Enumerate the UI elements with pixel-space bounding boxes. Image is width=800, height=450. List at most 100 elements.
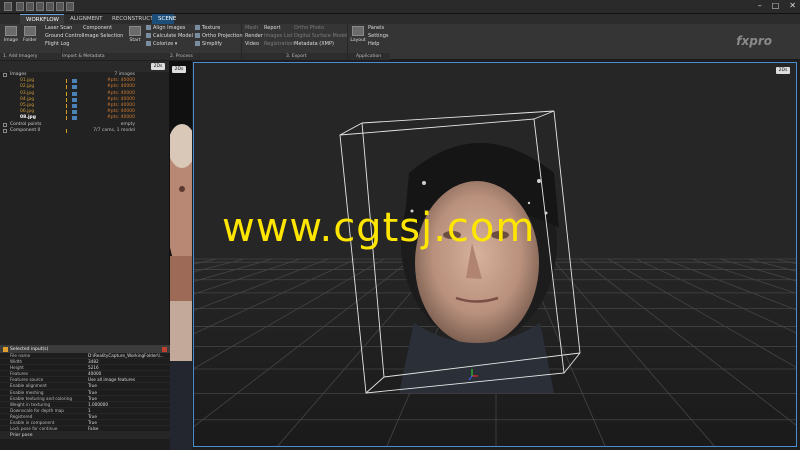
property-key: Lock pose for continue (10, 426, 58, 432)
save-project-icon[interactable] (36, 2, 44, 11)
prior-pose-section[interactable]: Prior pose (0, 432, 170, 440)
inspector-property-row[interactable]: Lock pose for continue False (0, 426, 170, 433)
image-file-marker (66, 79, 67, 84)
export-mesh-button[interactable]: Mesh (245, 25, 258, 32)
image-selection-label: Image Selection (83, 33, 124, 39)
group-process: Start Align Images Calculate Model ▾ Col… (126, 24, 243, 60)
face-photo-strip (170, 61, 192, 450)
close-icon[interactable] (162, 347, 167, 352)
layout-1-icon[interactable] (46, 2, 54, 11)
image-status-icon (72, 79, 77, 84)
collapse-icon[interactable] (3, 122, 7, 127)
export-metadata-button[interactable]: Metadata (XMP) (294, 41, 334, 48)
export-dsm-button[interactable]: Digital Surface Model (294, 33, 347, 40)
simplify-button[interactable]: Simplify (195, 41, 222, 48)
align-images-button[interactable]: Align Images (146, 25, 185, 32)
group-export: Mesh Render Video Report Images List Reg… (242, 24, 348, 60)
help-label: Help (368, 41, 380, 47)
close-icon[interactable]: ✕ (789, 1, 796, 10)
settings-button[interactable]: Settings (368, 33, 389, 40)
tab-reconstruction[interactable]: RECONSTRUCTION (106, 14, 164, 24)
component-value: 7/7 cams, 1 model (93, 127, 135, 133)
image-file-marker (66, 103, 67, 108)
image-status-icon (72, 97, 77, 102)
images-list-label: Images List (264, 33, 293, 39)
calculate-model-label: Calculate Model (153, 33, 193, 39)
panels-button[interactable]: Panels (368, 25, 384, 32)
collapse-icon[interactable] (3, 73, 7, 77)
help-button[interactable]: Help (368, 41, 379, 48)
maximize-icon[interactable]: □ (772, 1, 780, 10)
inspector-panel: Selected input(s) File name D:\RealityCap… (0, 345, 170, 450)
add-image-button[interactable]: Image (2, 26, 20, 43)
tree-component[interactable]: Component 0 7/7 cams, 1 model (0, 128, 169, 134)
add-folder-label: Folder (23, 38, 37, 43)
component-button[interactable]: Component (83, 25, 112, 32)
viewport-2d-button[interactable]: 2Ds (776, 67, 790, 74)
dsm-label: Digital Surface Model (294, 33, 348, 39)
view-2d-button[interactable]: 2Ds (151, 63, 165, 70)
ribbon-tabs: WORKFLOW ALIGNMENT RECONSTRUCTION SCENE (0, 14, 800, 24)
export-render-button[interactable]: Render (245, 33, 263, 40)
colorize-button[interactable]: Colorize ▾ (146, 41, 177, 48)
texture-button[interactable]: Texture (195, 25, 220, 32)
tab-scene[interactable]: SCENE (152, 14, 176, 24)
model-icon (146, 33, 151, 38)
image-selection-button[interactable]: Image Selection (83, 33, 123, 40)
layout-2-icon[interactable] (56, 2, 64, 11)
image-status-icon (72, 103, 77, 108)
application-group-label: Application (348, 53, 390, 60)
add-folder-button[interactable]: Folder (21, 26, 39, 43)
collapse-icon[interactable] (3, 128, 7, 133)
ortho-projection-button[interactable]: Ortho Projection (195, 33, 243, 40)
prior-pose-label: Prior pose (10, 433, 33, 439)
tab-alignment[interactable]: ALIGNMENT (64, 14, 106, 24)
scene-3d-viewport[interactable]: 2Ds (193, 62, 797, 447)
export-registration-button[interactable]: Registration (264, 41, 294, 48)
image-file-marker (66, 97, 67, 102)
export-group-label: 3. Export (242, 53, 347, 60)
tree-toolbar: 2Ds (0, 61, 169, 72)
export-video-button[interactable]: Video (245, 41, 259, 48)
export-report-button[interactable]: Report (264, 25, 281, 32)
flight-log-button[interactable]: Flight Log (45, 41, 69, 48)
expand-icon[interactable] (3, 347, 8, 352)
start-button[interactable]: Start (126, 26, 144, 43)
fxpro-logo: fxpro (736, 34, 772, 48)
laser-scan-button[interactable]: Laser Scan (45, 25, 72, 32)
mesh-label: Mesh (245, 25, 259, 31)
ground-control-button[interactable]: Ground Control (45, 33, 83, 40)
tab-workflow[interactable]: WORKFLOW (20, 14, 64, 24)
layout-label: Layout (350, 38, 366, 43)
align-icon (146, 25, 151, 30)
image-file-marker (66, 116, 67, 121)
layout-3-icon[interactable] (66, 2, 74, 11)
group-application: Layout Panels Settings Help Application (348, 24, 390, 60)
layout-button[interactable]: Layout (349, 26, 367, 43)
import-metadata-group-label: Import & Metadata (62, 53, 126, 60)
component-marker (66, 128, 67, 133)
align-images-label: Align Images (153, 25, 186, 31)
image-file-marker (66, 91, 67, 96)
folder-icon (24, 26, 36, 36)
image-view-2d-button[interactable]: 2Ds (172, 66, 186, 73)
start-label: Start (129, 38, 141, 43)
property-value[interactable]: False (88, 426, 99, 432)
image-status-icon (72, 110, 77, 115)
colorize-icon (146, 41, 151, 46)
export-images-list-button[interactable]: Images List (264, 33, 293, 40)
app-logo-icon[interactable] (4, 2, 12, 11)
new-project-icon[interactable] (16, 2, 24, 11)
watermark-text: www.cgtsj.com (222, 205, 536, 251)
calculate-model-button[interactable]: Calculate Model ▾ (146, 33, 197, 40)
minimize-icon[interactable]: – (758, 1, 762, 10)
laser-scan-label: Laser Scan (45, 25, 73, 31)
ortho-projection-label: Ortho Projection (202, 33, 243, 39)
video-label: Video (245, 41, 260, 47)
image-file-marker (66, 85, 67, 90)
image-2d-view[interactable] (170, 61, 192, 450)
add-image-label: Image (3, 38, 19, 43)
export-ortho-photo-button[interactable]: Ortho Photo (294, 25, 324, 32)
open-project-icon[interactable] (26, 2, 34, 11)
inspector-title: Selected input(s) (10, 347, 49, 352)
